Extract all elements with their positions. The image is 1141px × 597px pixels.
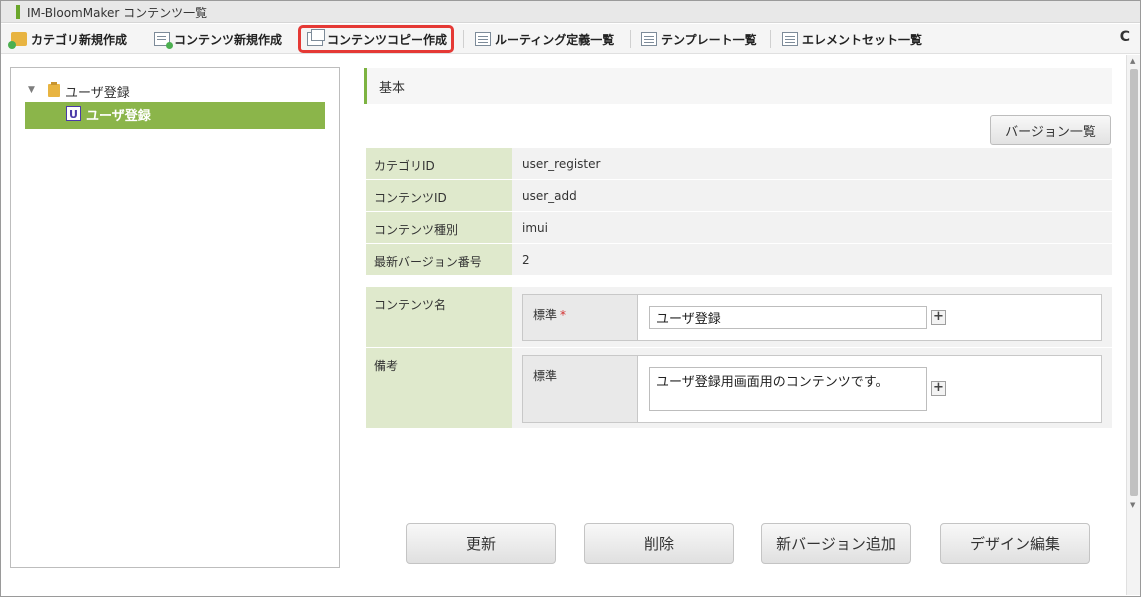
list-icon	[475, 32, 491, 46]
info-table: カテゴリID user_register コンテンツID user_add コン…	[366, 148, 1112, 276]
toolbar-divider	[630, 30, 631, 48]
document-add-icon	[154, 32, 173, 49]
create-category-label: カテゴリ新規作成	[31, 32, 128, 47]
latest-version-label: 最新バージョン番号	[366, 244, 512, 275]
folder-icon	[48, 82, 60, 97]
content-u-icon: U	[66, 106, 81, 121]
content-name-input[interactable]	[649, 306, 927, 329]
locale-text: 標準	[533, 308, 558, 322]
elementset-list-button[interactable]: エレメントセット一覧	[782, 28, 922, 50]
elementset-list-label: エレメントセット一覧	[802, 32, 923, 47]
template-list-label: テンプレート一覧	[661, 32, 757, 47]
remarks-block: 備考 標準 ユーザ登録用画面用のコンテンツです。 +	[366, 348, 1112, 428]
vertical-scrollbar[interactable]: ▲ ▼	[1126, 55, 1140, 595]
section-header: 基本	[364, 68, 1112, 104]
list-icon	[641, 32, 657, 46]
content-type-value: imui	[512, 212, 1112, 243]
content-name-body: 標準* +	[512, 287, 1112, 347]
create-content-label: コンテンツ新規作成	[174, 32, 283, 47]
add-new-version-button[interactable]: 新バージョン追加	[761, 523, 911, 564]
tree-collapse-icon[interactable]: ▼	[28, 85, 35, 95]
tree-content-label: ユーザ登録	[86, 109, 151, 124]
info-row: 最新バージョン番号 2	[366, 244, 1112, 276]
toolbar-divider	[463, 30, 464, 48]
template-list-button[interactable]: テンプレート一覧	[641, 28, 757, 50]
window-title: IM-BloomMaker コンテンツ一覧	[27, 6, 208, 20]
content-tree: ▼ ユーザ登録 U ユーザ登録	[10, 67, 340, 568]
app-logo-icon	[16, 5, 20, 19]
list-icon	[782, 32, 798, 46]
tree-category-item[interactable]: ユーザ登録	[65, 82, 130, 101]
title-bar: IM-BloomMaker コンテンツ一覧	[1, 1, 1140, 23]
update-button[interactable]: 更新	[406, 523, 556, 564]
remarks-body: 標準 ユーザ登録用画面用のコンテンツです。 +	[512, 348, 1112, 428]
info-row: カテゴリID user_register	[366, 148, 1112, 180]
scroll-thumb[interactable]	[1130, 69, 1138, 496]
add-locale-plus-icon[interactable]: +	[931, 310, 946, 325]
content-name-block: コンテンツ名 標準* +	[366, 287, 1112, 347]
remarks-locale-label: 標準	[523, 356, 638, 422]
remarks-label: 備考	[366, 348, 512, 428]
content-name-locale-row: 標準* +	[522, 294, 1102, 341]
folder-add-icon	[8, 32, 27, 49]
design-edit-button[interactable]: デザイン編集	[940, 523, 1090, 564]
content-id-label: コンテンツID	[366, 180, 512, 211]
required-mark: *	[560, 308, 567, 322]
routing-list-label: ルーティング定義一覧	[495, 32, 615, 47]
scroll-down-icon[interactable]: ▼	[1130, 501, 1135, 509]
tree-content-item-selected[interactable]: U ユーザ登録	[25, 102, 325, 129]
delete-button[interactable]: 削除	[584, 523, 734, 564]
info-row: コンテンツID user_add	[366, 180, 1112, 212]
content-detail-panel: 基本 バージョン一覧 カテゴリID user_register コンテンツID …	[358, 60, 1126, 568]
toolbar-divider	[770, 30, 771, 48]
routing-list-button[interactable]: ルーティング定義一覧	[475, 28, 614, 50]
info-row: コンテンツ種別 imui	[366, 212, 1112, 244]
scroll-up-icon[interactable]: ▲	[1130, 57, 1135, 65]
remarks-textarea[interactable]: ユーザ登録用画面用のコンテンツです。	[649, 367, 927, 411]
create-content-button[interactable]: コンテンツ新規作成	[154, 28, 282, 50]
refresh-icon[interactable]: C	[1120, 29, 1130, 45]
copy-button-highlight	[298, 25, 454, 53]
version-list-button[interactable]: バージョン一覧	[990, 115, 1111, 145]
toolbar: カテゴリ新規作成 コンテンツ新規作成 コンテンツコピー作成 ルーティング定義一覧…	[1, 24, 1140, 54]
section-title: 基本	[379, 81, 406, 96]
content-name-label: コンテンツ名	[366, 287, 512, 347]
create-category-button[interactable]: カテゴリ新規作成	[8, 28, 128, 50]
content-name-locale-label: 標準 *	[523, 295, 638, 340]
add-locale-plus-icon[interactable]: +	[931, 381, 946, 396]
content-id-value: user_add	[512, 180, 1112, 211]
latest-version-value: 2	[512, 244, 1112, 275]
category-id-value: user_register	[512, 148, 1112, 179]
content-type-label: コンテンツ種別	[366, 212, 512, 243]
category-id-label: カテゴリID	[366, 148, 512, 179]
remarks-locale-row: 標準 ユーザ登録用画面用のコンテンツです。 +	[522, 355, 1102, 423]
